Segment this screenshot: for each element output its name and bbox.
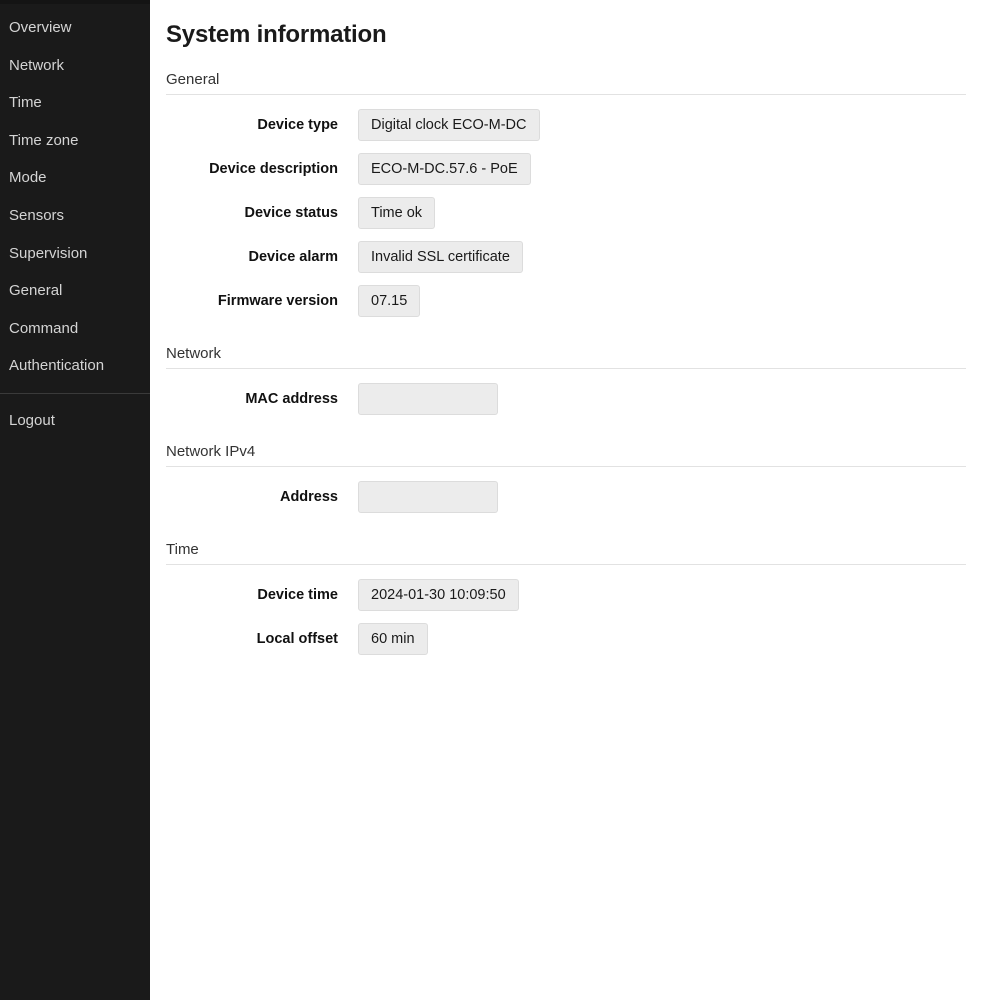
settings-section: Network IPv4 Address	[166, 421, 998, 519]
field-label: Device type	[257, 117, 338, 133]
field-label: Device time	[257, 587, 338, 603]
section-header: Network	[166, 323, 966, 369]
sidebar-item-label: Command	[9, 319, 79, 337]
section-header: Time	[166, 519, 966, 565]
sidebar-item-time-zone[interactable]: Time zone	[0, 122, 150, 160]
sidebar-item-command[interactable]: Command	[0, 310, 150, 348]
sidebar-item-label: Overview	[9, 19, 72, 36]
app-root: Overview Network Time Time zone Mode Sensors S…	[0, 0, 998, 1000]
field-row: Address	[166, 475, 998, 519]
settings-section: Time Device time 2024-01-30 10:09:50 Local …	[166, 519, 998, 661]
field-label: Device alarm	[248, 249, 338, 265]
sidebar-item-label: Mode	[9, 169, 47, 187]
sidebar-item-label: Sensors	[9, 206, 65, 224]
sidebar-item-label: Logout	[9, 411, 55, 429]
field-value[interactable]: Time ok	[358, 197, 436, 229]
field-row: MAC address	[166, 377, 998, 421]
field-label: MAC address	[245, 391, 338, 407]
sidebar-item-supervision[interactable]: Supervision	[0, 235, 150, 273]
section-header: General	[166, 49, 966, 95]
sidebar-item-logout[interactable]: Logout	[0, 402, 150, 440]
field-value[interactable]: 60 min	[358, 623, 428, 655]
sidebar-divider	[0, 392, 150, 394]
sidebar-item-label: General	[9, 282, 63, 300]
sidebar-item-label: Authentication	[9, 357, 105, 375]
section-header: Network IPv4	[166, 421, 966, 467]
field-row: Device time 2024-01-30 10:09:50	[166, 573, 998, 617]
field-label: Local offset	[256, 631, 338, 647]
field-row: Firmware version 07.15	[166, 279, 998, 323]
sidebar-item-network[interactable]: Network	[0, 47, 150, 85]
settings-section: General Device type Digital clock ECO-M-DC…	[166, 49, 998, 323]
field-label: Firmware version	[217, 293, 338, 309]
field-row: Device alarm Invalid SSL certificate	[166, 235, 998, 279]
sidebar-item-label: Time	[9, 94, 42, 112]
field-row: Device description ECO-M-DC.57.6 - PoE	[166, 147, 998, 191]
field-label: Device status	[244, 205, 339, 221]
sidebar-item-mode[interactable]: Mode	[0, 159, 150, 197]
main-content: System information General Device type Dig…	[150, 0, 998, 1000]
sidebar-item-label: Time zone	[9, 131, 79, 149]
sidebar-item-label: Supervision	[9, 244, 88, 262]
field-value[interactable]: 07.15	[358, 285, 421, 317]
sidebar-item-sensors[interactable]: Sensors	[0, 197, 150, 235]
settings-section: Network MAC address	[166, 323, 998, 421]
field-value[interactable]: Digital clock ECO-M-DC	[358, 109, 540, 141]
field-label: Device description	[209, 161, 338, 177]
field-row: Device status Time ok	[166, 191, 998, 235]
sidebar-item-overview[interactable]: Overview	[0, 9, 150, 47]
field-label: Address	[279, 489, 338, 505]
field-value[interactable]: ECO-M-DC.57.6 - PoE	[358, 153, 531, 185]
page-title: System information	[166, 21, 387, 48]
sidebar-item-label: Network	[9, 56, 65, 74]
field-value[interactable]	[358, 383, 498, 415]
settings-section-list: General Device type Digital clock ECO-M-DC…	[166, 49, 998, 661]
field-value[interactable]: 2024-01-30 10:09:50	[358, 579, 519, 611]
sidebar-item-general[interactable]: General	[0, 272, 150, 310]
field-row: Local offset 60 min	[166, 617, 998, 661]
sidebar-item-list: Overview Network Time Time zone Mode Sensors S…	[0, 9, 150, 385]
field-row: Device type Digital clock ECO-M-DC	[166, 103, 998, 147]
field-value[interactable]: Invalid SSL certificate	[358, 241, 523, 273]
field-value[interactable]	[358, 481, 498, 513]
sidebar-item-time[interactable]: Time	[0, 84, 150, 122]
sidebar-navigation: Overview Network Time Time zone Mode Sensors S…	[0, 0, 150, 1000]
sidebar-item-authentication[interactable]: Authentication	[0, 347, 150, 385]
